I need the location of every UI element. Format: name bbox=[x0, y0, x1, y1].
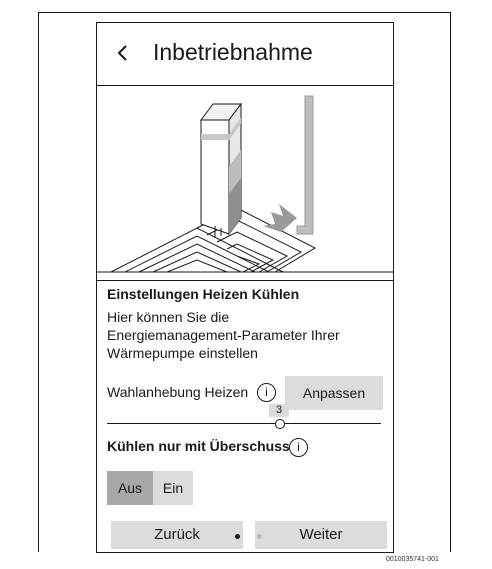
page-dot[interactable] bbox=[257, 534, 262, 539]
next-button[interactable]: Weiter bbox=[255, 521, 387, 549]
description-line: Wärmepumpe einstellen bbox=[107, 345, 258, 361]
back-nav-button[interactable]: Zurück bbox=[111, 521, 243, 549]
description-line: Energiemanagement-Parameter Ihrer bbox=[107, 327, 340, 343]
slider-value: 3 bbox=[269, 404, 289, 417]
page-dot-active[interactable] bbox=[235, 534, 240, 539]
toggle-option-off[interactable]: Aus bbox=[107, 471, 153, 505]
cooling-surplus-toggle[interactable]: Aus Ein bbox=[107, 471, 193, 505]
figure-id: 0010035741-001 bbox=[386, 556, 439, 563]
heating-boost-label: Wahlanhebung Heizen bbox=[107, 384, 249, 400]
chevron-left-icon bbox=[117, 45, 127, 61]
adjust-button[interactable]: Anpassen bbox=[285, 376, 383, 410]
info-icon[interactable]: i bbox=[257, 383, 276, 402]
toggle-option-on[interactable]: Ein bbox=[153, 471, 193, 505]
info-icon[interactable]: i bbox=[289, 438, 308, 457]
page-title: Inbetriebnahme bbox=[153, 39, 313, 65]
slider-handle[interactable] bbox=[275, 419, 285, 429]
app-header: Inbetriebnahme bbox=[97, 23, 393, 86]
back-button[interactable] bbox=[111, 39, 137, 67]
heat-pump-underfloor-image bbox=[97, 95, 393, 273]
description-line: Hier können Sie die bbox=[107, 309, 230, 325]
heating-boost-slider[interactable] bbox=[107, 423, 381, 424]
phone-screen: Inbetriebnahme Einstellungen Heizen Kühl… bbox=[96, 22, 394, 553]
heat-pump-illustration bbox=[97, 86, 393, 281]
section-description: Hier können Sie die Energiemanagement-Pa… bbox=[107, 308, 340, 362]
section-title: Einstellungen Heizen Kühlen bbox=[107, 286, 300, 302]
cooling-surplus-label: Kühlen nur mit Überschuss bbox=[107, 438, 290, 454]
